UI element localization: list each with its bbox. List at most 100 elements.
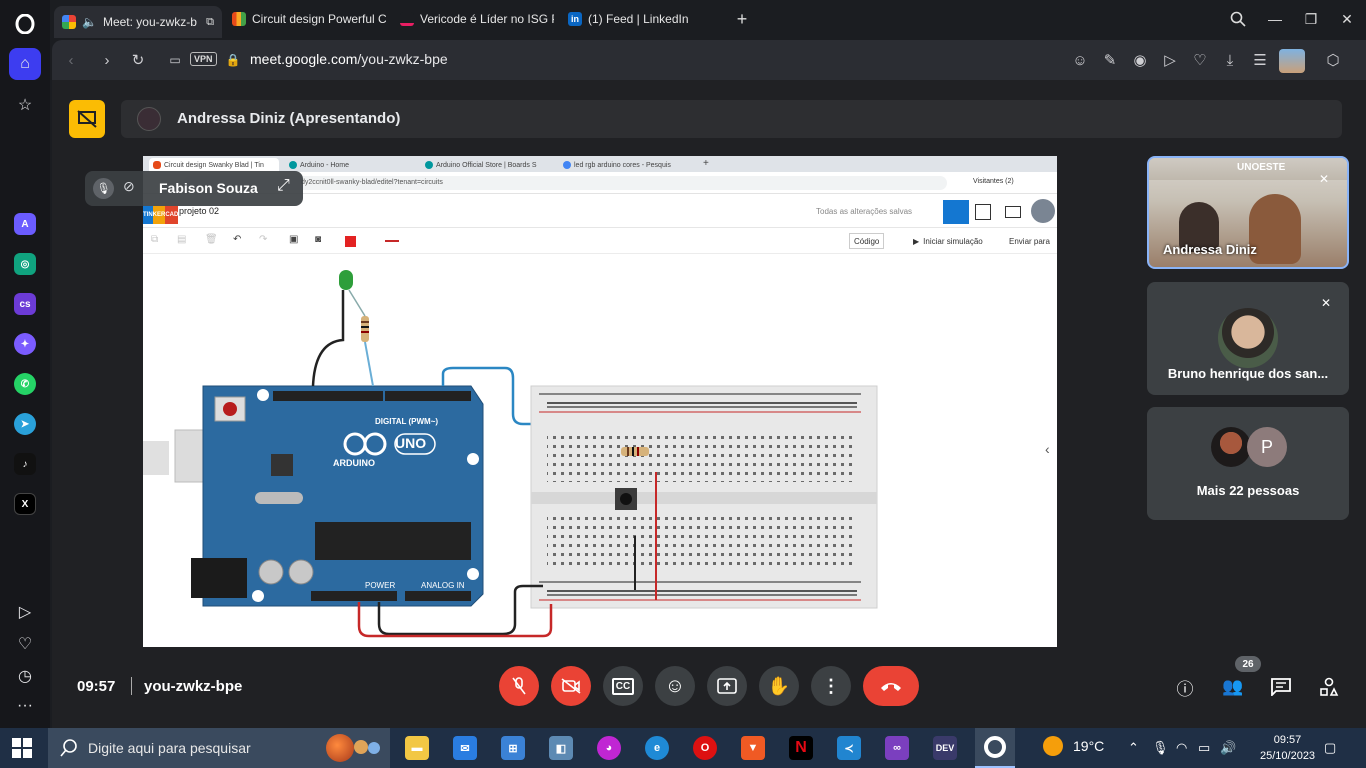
battery-icon[interactable]: ▭ [1198, 740, 1210, 756]
tab-linkedin[interactable]: in (1) Feed | LinkedIn [560, 6, 720, 32]
file-explorer-icon[interactable]: ▬ [405, 736, 429, 760]
people-button[interactable]: 👥 [1220, 674, 1246, 700]
profile-avatar[interactable] [1279, 49, 1305, 73]
digital-header-left [273, 391, 383, 401]
microphone-icon[interactable]: 🎙 [1152, 740, 1169, 756]
netflix-icon[interactable]: N [789, 736, 813, 760]
search-tabs-icon[interactable] [1226, 8, 1250, 30]
participant-avatar [1218, 308, 1278, 368]
captions-button[interactable]: CC [603, 666, 643, 706]
opera-sidebar: ⌂ ☆ A ◎ cs ✦ ✆ ➤ ♪ X ▷ ♡ ◷ ··· [0, 0, 50, 728]
taskbar-search[interactable]: Digite aqui para pesquisar [48, 728, 390, 768]
history-icon[interactable]: ◷ [9, 660, 41, 692]
more-options-button[interactable]: ⋮ [811, 666, 851, 706]
raise-hand-button[interactable]: ✋ [759, 666, 799, 706]
chevron-up-icon[interactable]: ⌃ [1128, 740, 1139, 756]
url-host: meet.google.com [250, 51, 358, 67]
wifi-icon[interactable]: ◠ [1176, 740, 1187, 756]
chat-button[interactable] [1268, 674, 1294, 700]
shared-tab-label: Circuit design Swanky Blad | Tin [164, 161, 264, 169]
mail-icon[interactable]: ✉ [453, 736, 477, 760]
forward-button[interactable]: › [96, 49, 118, 71]
analog-header [405, 591, 471, 601]
telegram-icon[interactable]: ➤ [14, 413, 36, 435]
edge-icon[interactable]: e [645, 736, 669, 760]
brave-icon[interactable]: ▼ [741, 736, 765, 760]
vpn-badge[interactable]: VPN [190, 52, 217, 66]
more-participants-tile[interactable]: P Mais 22 pessoas [1147, 407, 1349, 520]
temperature: 19°C [1073, 738, 1105, 754]
emoji-icon[interactable]: ☺ [1069, 49, 1091, 71]
x-twitter-icon[interactable]: X [14, 493, 36, 515]
extensions-icon[interactable]: ⬡ [1322, 49, 1344, 71]
heart-icon[interactable]: ♡ [9, 628, 41, 660]
chatgpt-icon[interactable]: ◎ [14, 253, 36, 275]
minimize-button[interactable]: — [1263, 8, 1287, 30]
participant-tile-bruno[interactable]: ✕ Bruno henrique dos san... [1147, 282, 1349, 395]
player-icon[interactable]: ▷ [9, 596, 41, 628]
presenter-avatar [137, 107, 161, 131]
menu-icon[interactable]: ☰ [1249, 49, 1271, 71]
shared-tab: led rgb arduino cores - Pesquis [559, 158, 689, 172]
activities-button[interactable] [1316, 674, 1342, 700]
mount-hole [467, 453, 479, 465]
heart-icon[interactable]: ♡ [1189, 49, 1211, 71]
tiktok-icon[interactable]: ♪ [14, 453, 36, 475]
reload-button[interactable]: ↻ [127, 49, 149, 71]
visual-studio-icon[interactable]: ∞ [885, 736, 909, 760]
store-icon[interactable]: ⊞ [501, 736, 525, 760]
opera-logo-icon[interactable] [9, 8, 41, 40]
self-view-tile[interactable]: 🎙 ⊘ Fabison Souza ⤢ [85, 171, 303, 206]
weather-widget[interactable]: 19°C [1043, 736, 1104, 756]
star-icon[interactable]: ☆ [9, 89, 41, 121]
opera-active-icon[interactable] [975, 728, 1015, 768]
mic-toggle-button[interactable] [499, 666, 539, 706]
vscode-icon[interactable]: ≺ [837, 736, 861, 760]
info-button[interactable]: ⓘ [1172, 674, 1198, 700]
chatsonic-icon[interactable]: cs [14, 293, 36, 315]
vericode-favicon-icon [400, 12, 414, 26]
system-clock[interactable]: 09:57 25/10/2023 [1260, 732, 1315, 764]
camera-toggle-button[interactable] [551, 666, 591, 706]
note-icon: ▣ [289, 234, 299, 245]
emoji-reaction-button[interactable]: ☺ [655, 666, 695, 706]
expand-icon[interactable]: ⤢ [277, 177, 290, 195]
close-window-button[interactable]: ✕ [1335, 8, 1359, 30]
tab-vericode[interactable]: Vericode é Líder no ISG P [392, 6, 554, 32]
tab-meet[interactable]: 🔈 Meet: you-zwkz-b ⧉ [54, 6, 222, 38]
camera-icon[interactable]: ◉ [1129, 49, 1151, 71]
tab-label: Meet: you-zwkz-b [102, 15, 197, 29]
home-icon[interactable]: ⌂ [9, 48, 41, 80]
download-icon[interactable]: ⤓ [1219, 49, 1241, 71]
lock-icon[interactable]: 🔒 [222, 49, 244, 71]
present-screen-button[interactable] [707, 666, 747, 706]
dev-icon[interactable]: DEV [933, 736, 957, 760]
opera-icon[interactable]: O [693, 736, 717, 760]
participant-name: Bruno henrique dos san... [1167, 366, 1329, 381]
send-icon[interactable]: ▷ [1159, 49, 1181, 71]
more-icon[interactable]: ··· [9, 690, 41, 722]
view-icon: ◙ [315, 234, 322, 245]
resistor-horizontal [621, 447, 649, 456]
url-field[interactable]: meet.google.com/you-zwkz-bpe [250, 51, 448, 67]
aria-icon[interactable]: A [14, 213, 36, 235]
edit-icon[interactable]: ✎ [1099, 49, 1121, 71]
back-button[interactable]: ‹ [60, 49, 82, 71]
end-call-button[interactable] [863, 666, 919, 706]
snapshot-icon[interactable]: ▭ [164, 49, 186, 71]
restore-button[interactable]: ❐ [1299, 8, 1323, 30]
participant-tile-andressa[interactable]: UNOESTE ✕ Andressa Diniz [1147, 156, 1349, 269]
presentation-icon[interactable] [69, 100, 105, 138]
app-icon[interactable]: ◕ [597, 736, 621, 760]
messenger-icon[interactable]: ✦ [14, 333, 36, 355]
tab-tinkercad[interactable]: Circuit design Powerful Ci [224, 6, 386, 32]
volume-icon[interactable]: 🔊 [1220, 740, 1236, 756]
pip-icon[interactable]: ⧉ [206, 16, 214, 29]
app-icon[interactable]: ◧ [549, 736, 573, 760]
shared-tab: Circuit design Swanky Blad | Tin [149, 158, 279, 172]
tab-label: (1) Feed | LinkedIn [588, 12, 689, 26]
whatsapp-icon[interactable]: ✆ [14, 373, 36, 395]
new-tab-button[interactable]: + [730, 8, 754, 30]
notifications-icon[interactable]: ▢ [1324, 740, 1336, 756]
windows-start-icon[interactable] [12, 738, 32, 758]
